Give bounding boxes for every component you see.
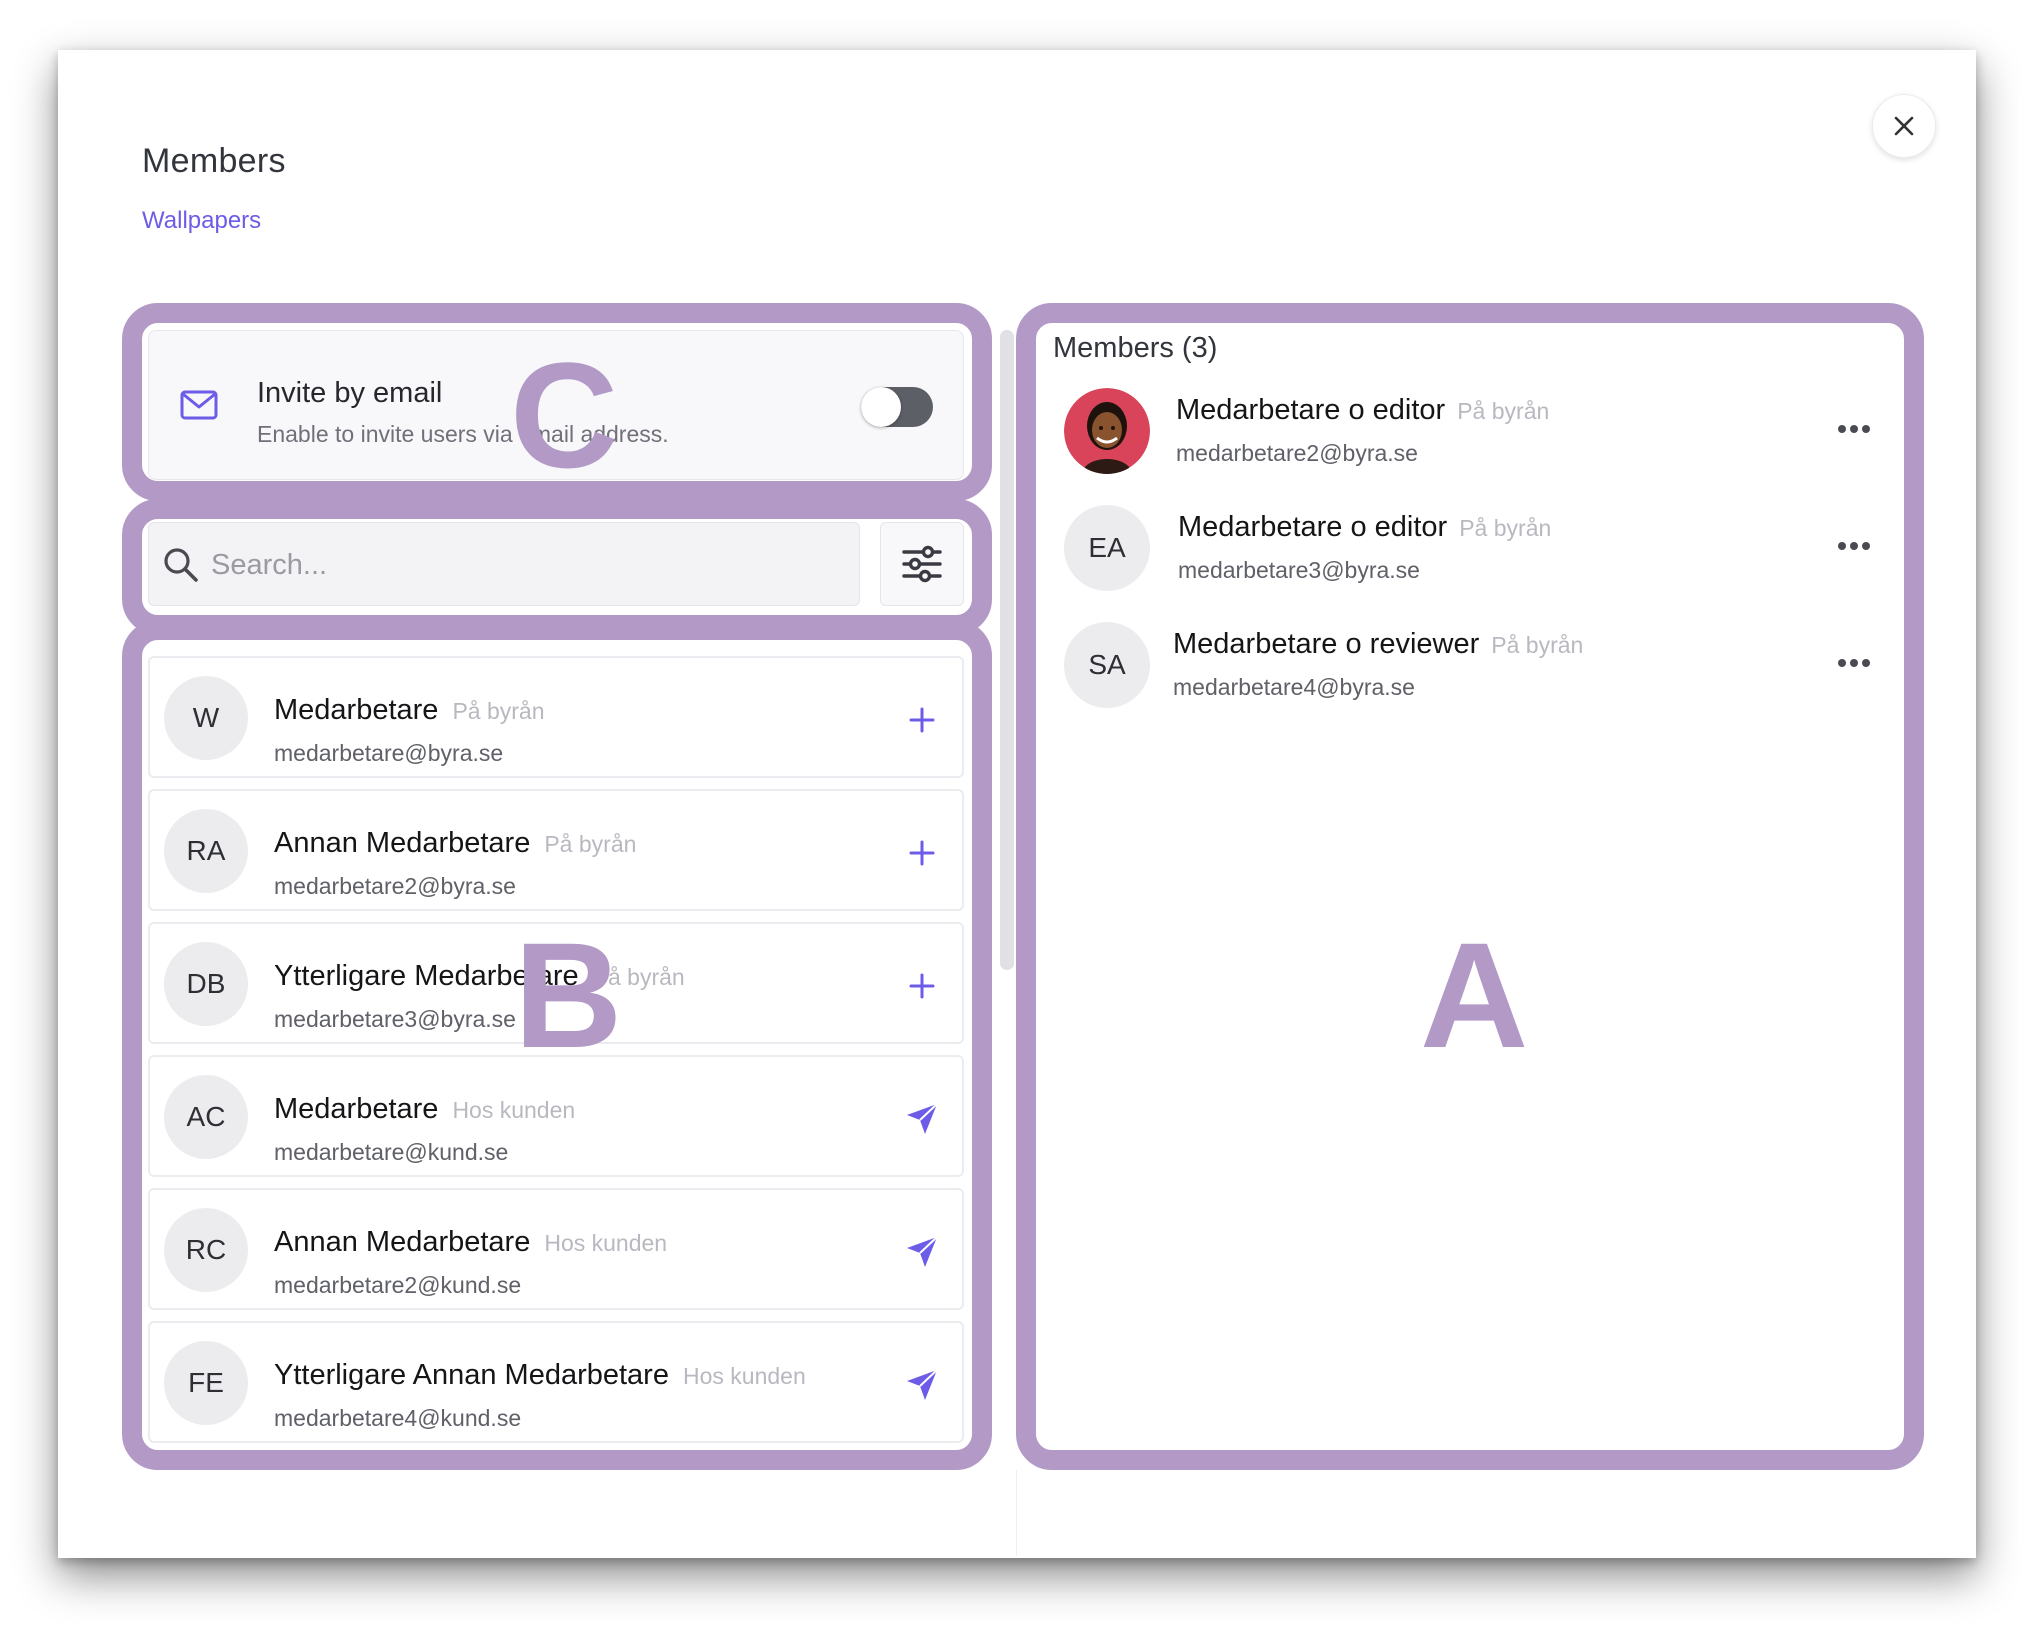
close-button[interactable] — [1872, 94, 1936, 158]
overlay-frame-a — [1016, 303, 1924, 1470]
overlay-label-a: A — [1420, 911, 1529, 1079]
dialog-title: Members — [142, 142, 286, 180]
project-link[interactable]: Wallpapers — [142, 207, 261, 235]
overlay-label-b: B — [514, 911, 623, 1079]
column-divider — [1016, 1470, 1017, 1556]
close-icon — [1894, 116, 1914, 136]
scrollbar[interactable] — [1000, 330, 1014, 970]
overlay-frame-search — [122, 499, 992, 635]
scrollbar-thumb[interactable] — [1000, 330, 1014, 970]
overlay-label-c: C — [510, 331, 619, 499]
